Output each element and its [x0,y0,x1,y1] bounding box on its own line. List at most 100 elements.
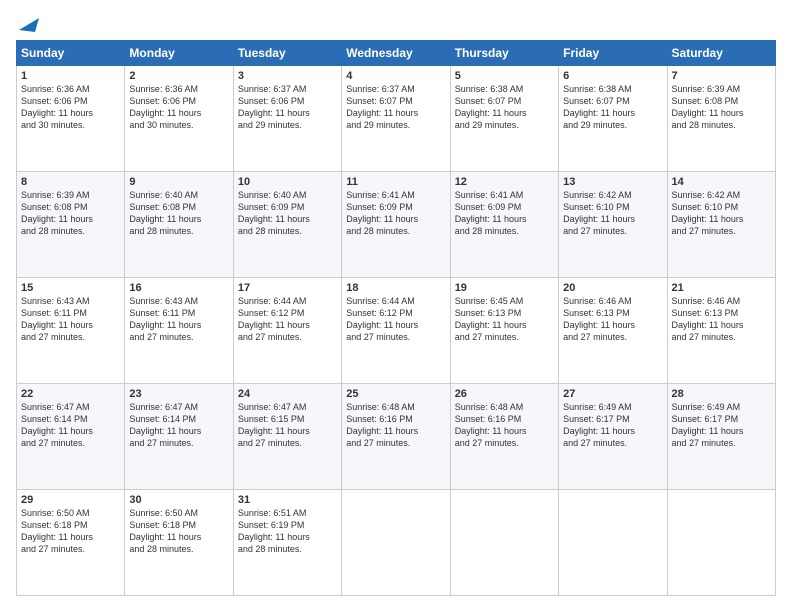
calendar-cell: 13Sunrise: 6:42 AMSunset: 6:10 PMDayligh… [559,172,667,278]
cell-text: Sunrise: 6:47 AMSunset: 6:14 PMDaylight:… [129,401,228,450]
cell-text: Sunrise: 6:36 AMSunset: 6:06 PMDaylight:… [129,83,228,132]
cell-text: Sunrise: 6:43 AMSunset: 6:11 PMDaylight:… [129,295,228,344]
logo [16,16,39,30]
weekday-header-friday: Friday [559,41,667,66]
calendar-cell: 23Sunrise: 6:47 AMSunset: 6:14 PMDayligh… [125,384,233,490]
day-number: 10 [238,176,337,188]
cell-text: Sunrise: 6:51 AMSunset: 6:19 PMDaylight:… [238,507,337,556]
day-number: 1 [21,70,120,82]
calendar-cell: 7Sunrise: 6:39 AMSunset: 6:08 PMDaylight… [667,66,775,172]
calendar-cell: 5Sunrise: 6:38 AMSunset: 6:07 PMDaylight… [450,66,558,172]
day-number: 30 [129,494,228,506]
day-number: 23 [129,388,228,400]
cell-text: Sunrise: 6:44 AMSunset: 6:12 PMDaylight:… [346,295,445,344]
calendar-cell: 18Sunrise: 6:44 AMSunset: 6:12 PMDayligh… [342,278,450,384]
cell-text: Sunrise: 6:38 AMSunset: 6:07 PMDaylight:… [455,83,554,132]
day-number: 27 [563,388,662,400]
day-number: 22 [21,388,120,400]
calendar-cell: 15Sunrise: 6:43 AMSunset: 6:11 PMDayligh… [17,278,125,384]
weekday-header-sunday: Sunday [17,41,125,66]
day-number: 9 [129,176,228,188]
calendar-cell: 27Sunrise: 6:49 AMSunset: 6:17 PMDayligh… [559,384,667,490]
calendar-cell [450,490,558,596]
calendar-table: SundayMondayTuesdayWednesdayThursdayFrid… [16,40,776,596]
calendar-cell: 11Sunrise: 6:41 AMSunset: 6:09 PMDayligh… [342,172,450,278]
weekday-header-tuesday: Tuesday [233,41,341,66]
cell-text: Sunrise: 6:39 AMSunset: 6:08 PMDaylight:… [21,189,120,238]
cell-text: Sunrise: 6:47 AMSunset: 6:14 PMDaylight:… [21,401,120,450]
cell-text: Sunrise: 6:37 AMSunset: 6:06 PMDaylight:… [238,83,337,132]
calendar-cell: 12Sunrise: 6:41 AMSunset: 6:09 PMDayligh… [450,172,558,278]
day-number: 12 [455,176,554,188]
cell-text: Sunrise: 6:50 AMSunset: 6:18 PMDaylight:… [21,507,120,556]
cell-text: Sunrise: 6:42 AMSunset: 6:10 PMDaylight:… [563,189,662,238]
cell-text: Sunrise: 6:41 AMSunset: 6:09 PMDaylight:… [346,189,445,238]
day-number: 26 [455,388,554,400]
cell-text: Sunrise: 6:41 AMSunset: 6:09 PMDaylight:… [455,189,554,238]
day-number: 31 [238,494,337,506]
calendar-cell: 26Sunrise: 6:48 AMSunset: 6:16 PMDayligh… [450,384,558,490]
calendar-cell: 10Sunrise: 6:40 AMSunset: 6:09 PMDayligh… [233,172,341,278]
cell-text: Sunrise: 6:37 AMSunset: 6:07 PMDaylight:… [346,83,445,132]
calendar-cell: 24Sunrise: 6:47 AMSunset: 6:15 PMDayligh… [233,384,341,490]
cell-text: Sunrise: 6:39 AMSunset: 6:08 PMDaylight:… [672,83,771,132]
header [16,16,776,30]
day-number: 29 [21,494,120,506]
day-number: 8 [21,176,120,188]
day-number: 16 [129,282,228,294]
weekday-header-saturday: Saturday [667,41,775,66]
day-number: 3 [238,70,337,82]
cell-text: Sunrise: 6:48 AMSunset: 6:16 PMDaylight:… [455,401,554,450]
calendar-cell: 22Sunrise: 6:47 AMSunset: 6:14 PMDayligh… [17,384,125,490]
day-number: 24 [238,388,337,400]
day-number: 21 [672,282,771,294]
calendar-cell: 21Sunrise: 6:46 AMSunset: 6:13 PMDayligh… [667,278,775,384]
day-number: 13 [563,176,662,188]
calendar-cell: 19Sunrise: 6:45 AMSunset: 6:13 PMDayligh… [450,278,558,384]
calendar-cell: 30Sunrise: 6:50 AMSunset: 6:18 PMDayligh… [125,490,233,596]
cell-text: Sunrise: 6:38 AMSunset: 6:07 PMDaylight:… [563,83,662,132]
logo-wing-icon [17,16,39,34]
day-number: 7 [672,70,771,82]
cell-text: Sunrise: 6:43 AMSunset: 6:11 PMDaylight:… [21,295,120,344]
weekday-header-thursday: Thursday [450,41,558,66]
cell-text: Sunrise: 6:36 AMSunset: 6:06 PMDaylight:… [21,83,120,132]
calendar-cell: 14Sunrise: 6:42 AMSunset: 6:10 PMDayligh… [667,172,775,278]
calendar-cell: 2Sunrise: 6:36 AMSunset: 6:06 PMDaylight… [125,66,233,172]
calendar-cell [667,490,775,596]
calendar-cell: 4Sunrise: 6:37 AMSunset: 6:07 PMDaylight… [342,66,450,172]
day-number: 14 [672,176,771,188]
calendar-cell: 9Sunrise: 6:40 AMSunset: 6:08 PMDaylight… [125,172,233,278]
cell-text: Sunrise: 6:46 AMSunset: 6:13 PMDaylight:… [672,295,771,344]
page: SundayMondayTuesdayWednesdayThursdayFrid… [0,0,792,612]
cell-text: Sunrise: 6:49 AMSunset: 6:17 PMDaylight:… [563,401,662,450]
calendar-cell: 3Sunrise: 6:37 AMSunset: 6:06 PMDaylight… [233,66,341,172]
calendar-cell: 29Sunrise: 6:50 AMSunset: 6:18 PMDayligh… [17,490,125,596]
day-number: 25 [346,388,445,400]
cell-text: Sunrise: 6:46 AMSunset: 6:13 PMDaylight:… [563,295,662,344]
day-number: 6 [563,70,662,82]
day-number: 11 [346,176,445,188]
cell-text: Sunrise: 6:40 AMSunset: 6:08 PMDaylight:… [129,189,228,238]
calendar-cell: 31Sunrise: 6:51 AMSunset: 6:19 PMDayligh… [233,490,341,596]
calendar-cell: 1Sunrise: 6:36 AMSunset: 6:06 PMDaylight… [17,66,125,172]
cell-text: Sunrise: 6:40 AMSunset: 6:09 PMDaylight:… [238,189,337,238]
cell-text: Sunrise: 6:49 AMSunset: 6:17 PMDaylight:… [672,401,771,450]
calendar-cell: 28Sunrise: 6:49 AMSunset: 6:17 PMDayligh… [667,384,775,490]
calendar-cell [342,490,450,596]
day-number: 28 [672,388,771,400]
calendar-cell: 20Sunrise: 6:46 AMSunset: 6:13 PMDayligh… [559,278,667,384]
weekday-header-monday: Monday [125,41,233,66]
calendar-cell: 16Sunrise: 6:43 AMSunset: 6:11 PMDayligh… [125,278,233,384]
cell-text: Sunrise: 6:44 AMSunset: 6:12 PMDaylight:… [238,295,337,344]
day-number: 18 [346,282,445,294]
calendar-cell: 17Sunrise: 6:44 AMSunset: 6:12 PMDayligh… [233,278,341,384]
cell-text: Sunrise: 6:48 AMSunset: 6:16 PMDaylight:… [346,401,445,450]
day-number: 19 [455,282,554,294]
weekday-header-wednesday: Wednesday [342,41,450,66]
cell-text: Sunrise: 6:45 AMSunset: 6:13 PMDaylight:… [455,295,554,344]
calendar-cell: 8Sunrise: 6:39 AMSunset: 6:08 PMDaylight… [17,172,125,278]
cell-text: Sunrise: 6:42 AMSunset: 6:10 PMDaylight:… [672,189,771,238]
calendar-cell: 25Sunrise: 6:48 AMSunset: 6:16 PMDayligh… [342,384,450,490]
day-number: 2 [129,70,228,82]
